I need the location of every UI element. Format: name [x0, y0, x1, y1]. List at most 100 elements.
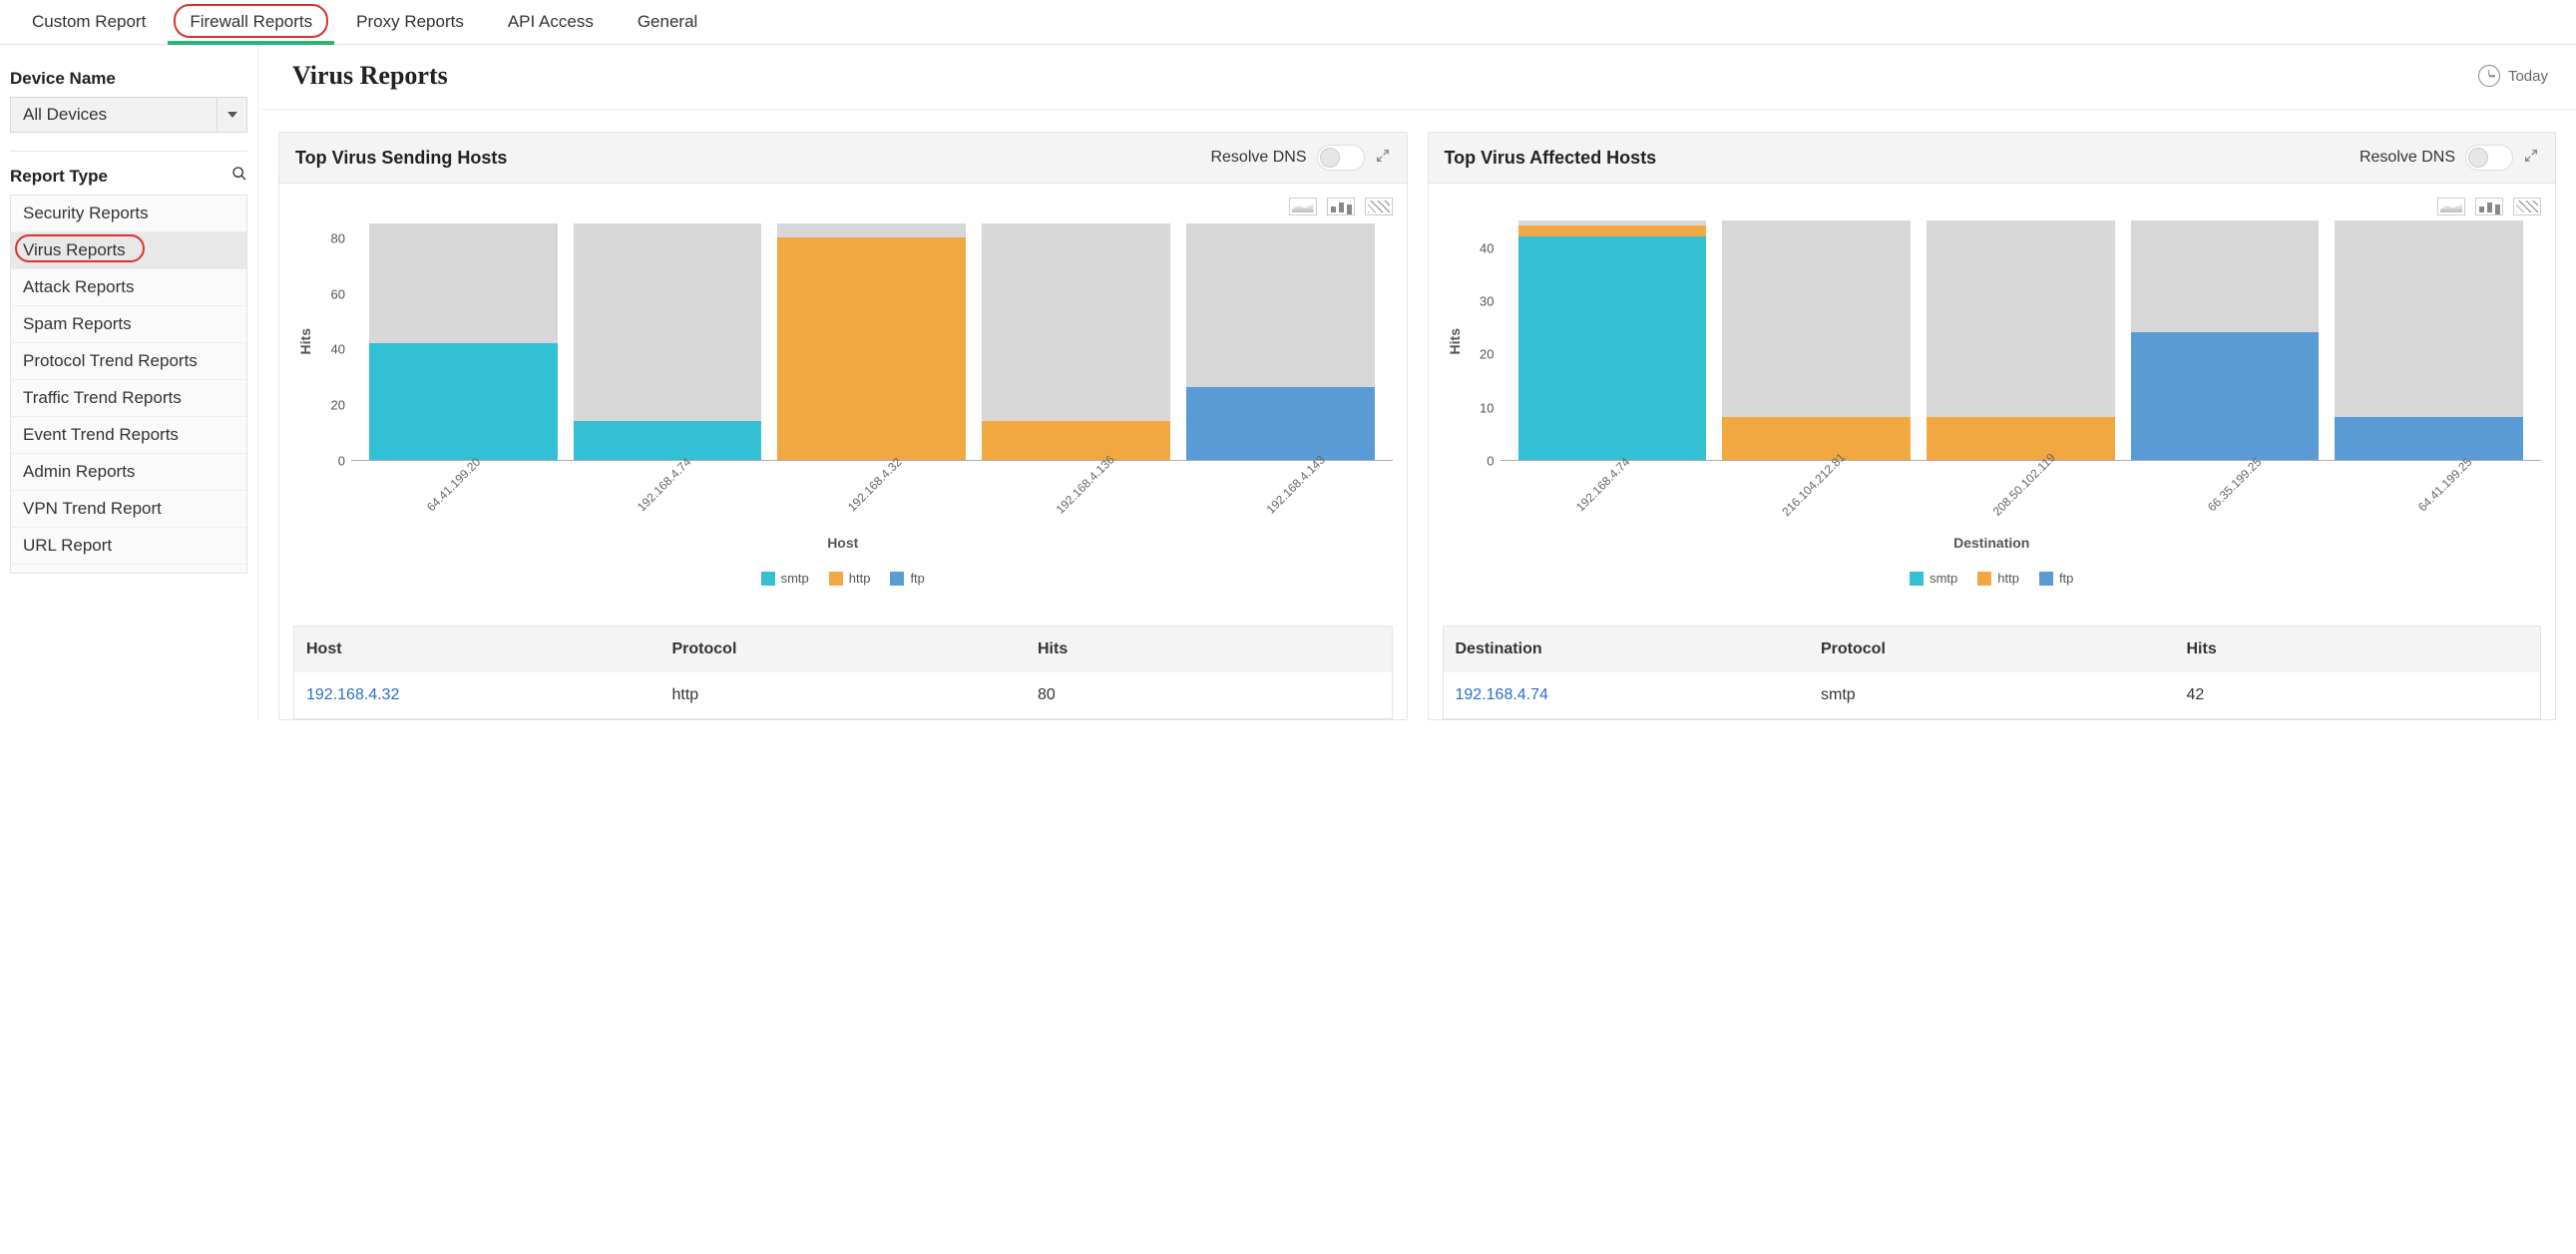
legend-label: ftp — [2059, 571, 2073, 586]
table-header-row: HostProtocolHits — [294, 627, 1392, 672]
table-cell: http — [660, 672, 1027, 718]
bar-segment-bg — [369, 223, 558, 343]
report-type-label: Report Type — [10, 166, 247, 187]
legend-item: ftp — [2039, 571, 2073, 586]
table-cell: 42 — [2175, 672, 2541, 718]
panel-header: Top Virus Sending Hosts Resolve DNS — [279, 133, 1407, 184]
panel-chart-area: Hits 020406080 64.41.199.20192.168.4.741… — [279, 184, 1407, 602]
resolve-dns-toggle[interactable] — [1317, 145, 1365, 171]
table-cell[interactable]: 192.168.4.32 — [294, 672, 660, 718]
legend-swatch — [890, 572, 904, 586]
report-type-item[interactable]: Virus Reports — [11, 232, 246, 269]
chart-type-other-icon[interactable] — [2513, 198, 2541, 215]
tab-custom-report[interactable]: Custom Report — [10, 0, 168, 44]
legend-item: ftp — [890, 571, 924, 586]
device-name-label: Device Name — [10, 69, 247, 89]
chart-type-bar-icon[interactable] — [1327, 198, 1355, 215]
sidebar-divider — [10, 151, 247, 152]
tab-general[interactable]: General — [616, 0, 719, 44]
report-type-item[interactable]: Traffic Trend Reports — [11, 380, 246, 417]
highlight-circle — [15, 234, 145, 262]
date-range-selector[interactable]: Today — [2478, 65, 2548, 87]
bar-segment-bg — [2131, 220, 2320, 332]
bar-segment-bg — [1927, 220, 2115, 417]
report-type-item[interactable]: URL Report — [11, 528, 246, 565]
report-type-item[interactable]: Admin Reports — [11, 454, 246, 491]
device-name-value: All Devices — [11, 105, 119, 125]
y-axis-title: Hits — [293, 328, 317, 354]
table-header-cell: Hits — [2175, 627, 2541, 672]
legend-label: smtp — [1930, 571, 1957, 586]
table-header-cell: Protocol — [1809, 627, 2175, 672]
device-name-dropdown-button[interactable] — [216, 98, 246, 132]
report-type-list[interactable]: Security ReportsVirus ReportsAttack Repo… — [10, 195, 247, 574]
panels-row: Top Virus Sending Hosts Resolve DNS Hits… — [258, 110, 2576, 720]
main-content: Virus Reports Today Top Virus Sending Ho… — [257, 45, 2576, 720]
report-type-item[interactable]: VPN Trend Report — [11, 491, 246, 528]
resolve-dns-label: Resolve DNS — [2360, 149, 2455, 167]
y-axis: 010203040 — [1467, 221, 1501, 461]
legend-swatch — [761, 572, 775, 586]
data-table: HostProtocolHits192.168.4.32http80 — [293, 626, 1393, 719]
sidebar: Device Name All Devices Report Type Secu… — [0, 45, 257, 720]
table-header-cell: Host — [294, 627, 660, 672]
report-type-label-text: Report Type — [10, 167, 108, 187]
table-row: 192.168.4.74smtp42 — [1444, 672, 2541, 718]
chart-type-switcher — [1443, 194, 2542, 221]
report-type-item[interactable]: Event Trend Reports — [11, 417, 246, 454]
tab-api-access[interactable]: API Access — [486, 0, 616, 44]
chart-type-bar-icon[interactable] — [2475, 198, 2503, 215]
bar-segment-bg — [982, 223, 1170, 421]
x-axis-labels: 192.168.4.74216.104.212.81208.50.102.119… — [1489, 467, 2542, 531]
y-axis: 020406080 — [317, 221, 351, 461]
clock-icon — [2478, 65, 2500, 87]
toggle-knob — [2468, 148, 2488, 168]
chart-type-switcher — [293, 194, 1393, 221]
report-panel: Top Virus Affected Hosts Resolve DNS Hit… — [1428, 132, 2557, 720]
bar-segment-bg — [777, 223, 966, 237]
chart-type-area-icon[interactable] — [2437, 198, 2465, 215]
chevron-down-icon — [227, 112, 237, 118]
report-type-item[interactable]: Attack Reports — [11, 269, 246, 306]
report-type-item[interactable]: Active VPN Trend — [11, 565, 246, 574]
bar-segment-bg — [1722, 220, 1911, 417]
tab-proxy-reports[interactable]: Proxy Reports — [334, 0, 486, 44]
table-header-cell: Destination — [1444, 627, 1810, 672]
date-range-label: Today — [2508, 68, 2548, 85]
chart-type-other-icon[interactable] — [1365, 198, 1393, 215]
tab-firewall-reports[interactable]: Firewall Reports — [168, 0, 334, 44]
x-axis-labels: 64.41.199.20192.168.4.74192.168.4.32192.… — [339, 467, 1393, 531]
legend-label: smtp — [781, 571, 809, 586]
report-type-item[interactable]: Protocol Trend Reports — [11, 343, 246, 380]
expand-icon[interactable] — [1375, 148, 1391, 168]
y-axis-title: Hits — [1443, 328, 1467, 354]
top-tabs: Custom Report Firewall Reports Proxy Rep… — [0, 0, 2576, 45]
expand-icon[interactable] — [2523, 148, 2539, 168]
report-type-item[interactable]: Security Reports — [11, 196, 246, 232]
panel-header: Top Virus Affected Hosts Resolve DNS — [1429, 133, 2556, 184]
data-table: DestinationProtocolHits192.168.4.74smtp4… — [1443, 626, 2542, 719]
legend-swatch — [1910, 572, 1924, 586]
toggle-knob — [1320, 148, 1340, 168]
table-cell[interactable]: 192.168.4.74 — [1444, 672, 1810, 718]
bar-segment-bg — [1186, 223, 1375, 388]
legend-label: ftp — [910, 571, 924, 586]
device-name-select[interactable]: All Devices — [10, 97, 247, 133]
resolve-dns-toggle[interactable] — [2465, 145, 2513, 171]
search-icon[interactable] — [231, 166, 247, 187]
report-panel: Top Virus Sending Hosts Resolve DNS Hits… — [278, 132, 1408, 720]
legend-item: smtp — [1910, 571, 1957, 586]
bar-segment-bg — [2335, 220, 2523, 417]
chart-type-area-icon[interactable] — [1289, 198, 1317, 215]
panel-title: Top Virus Sending Hosts — [295, 148, 507, 169]
legend-swatch — [2039, 572, 2053, 586]
resolve-dns-label: Resolve DNS — [1210, 149, 1306, 167]
legend-item: smtp — [761, 571, 809, 586]
bar-segment — [1518, 225, 1707, 236]
panel-chart-area: Hits 010203040 192.168.4.74216.104.212.8… — [1429, 184, 2556, 602]
table-cell: 80 — [1026, 672, 1392, 718]
panel-title: Top Virus Affected Hosts — [1445, 148, 1657, 169]
page-title: Virus Reports — [292, 61, 448, 91]
table-header-row: DestinationProtocolHits — [1444, 627, 2541, 672]
report-type-item[interactable]: Spam Reports — [11, 306, 246, 343]
